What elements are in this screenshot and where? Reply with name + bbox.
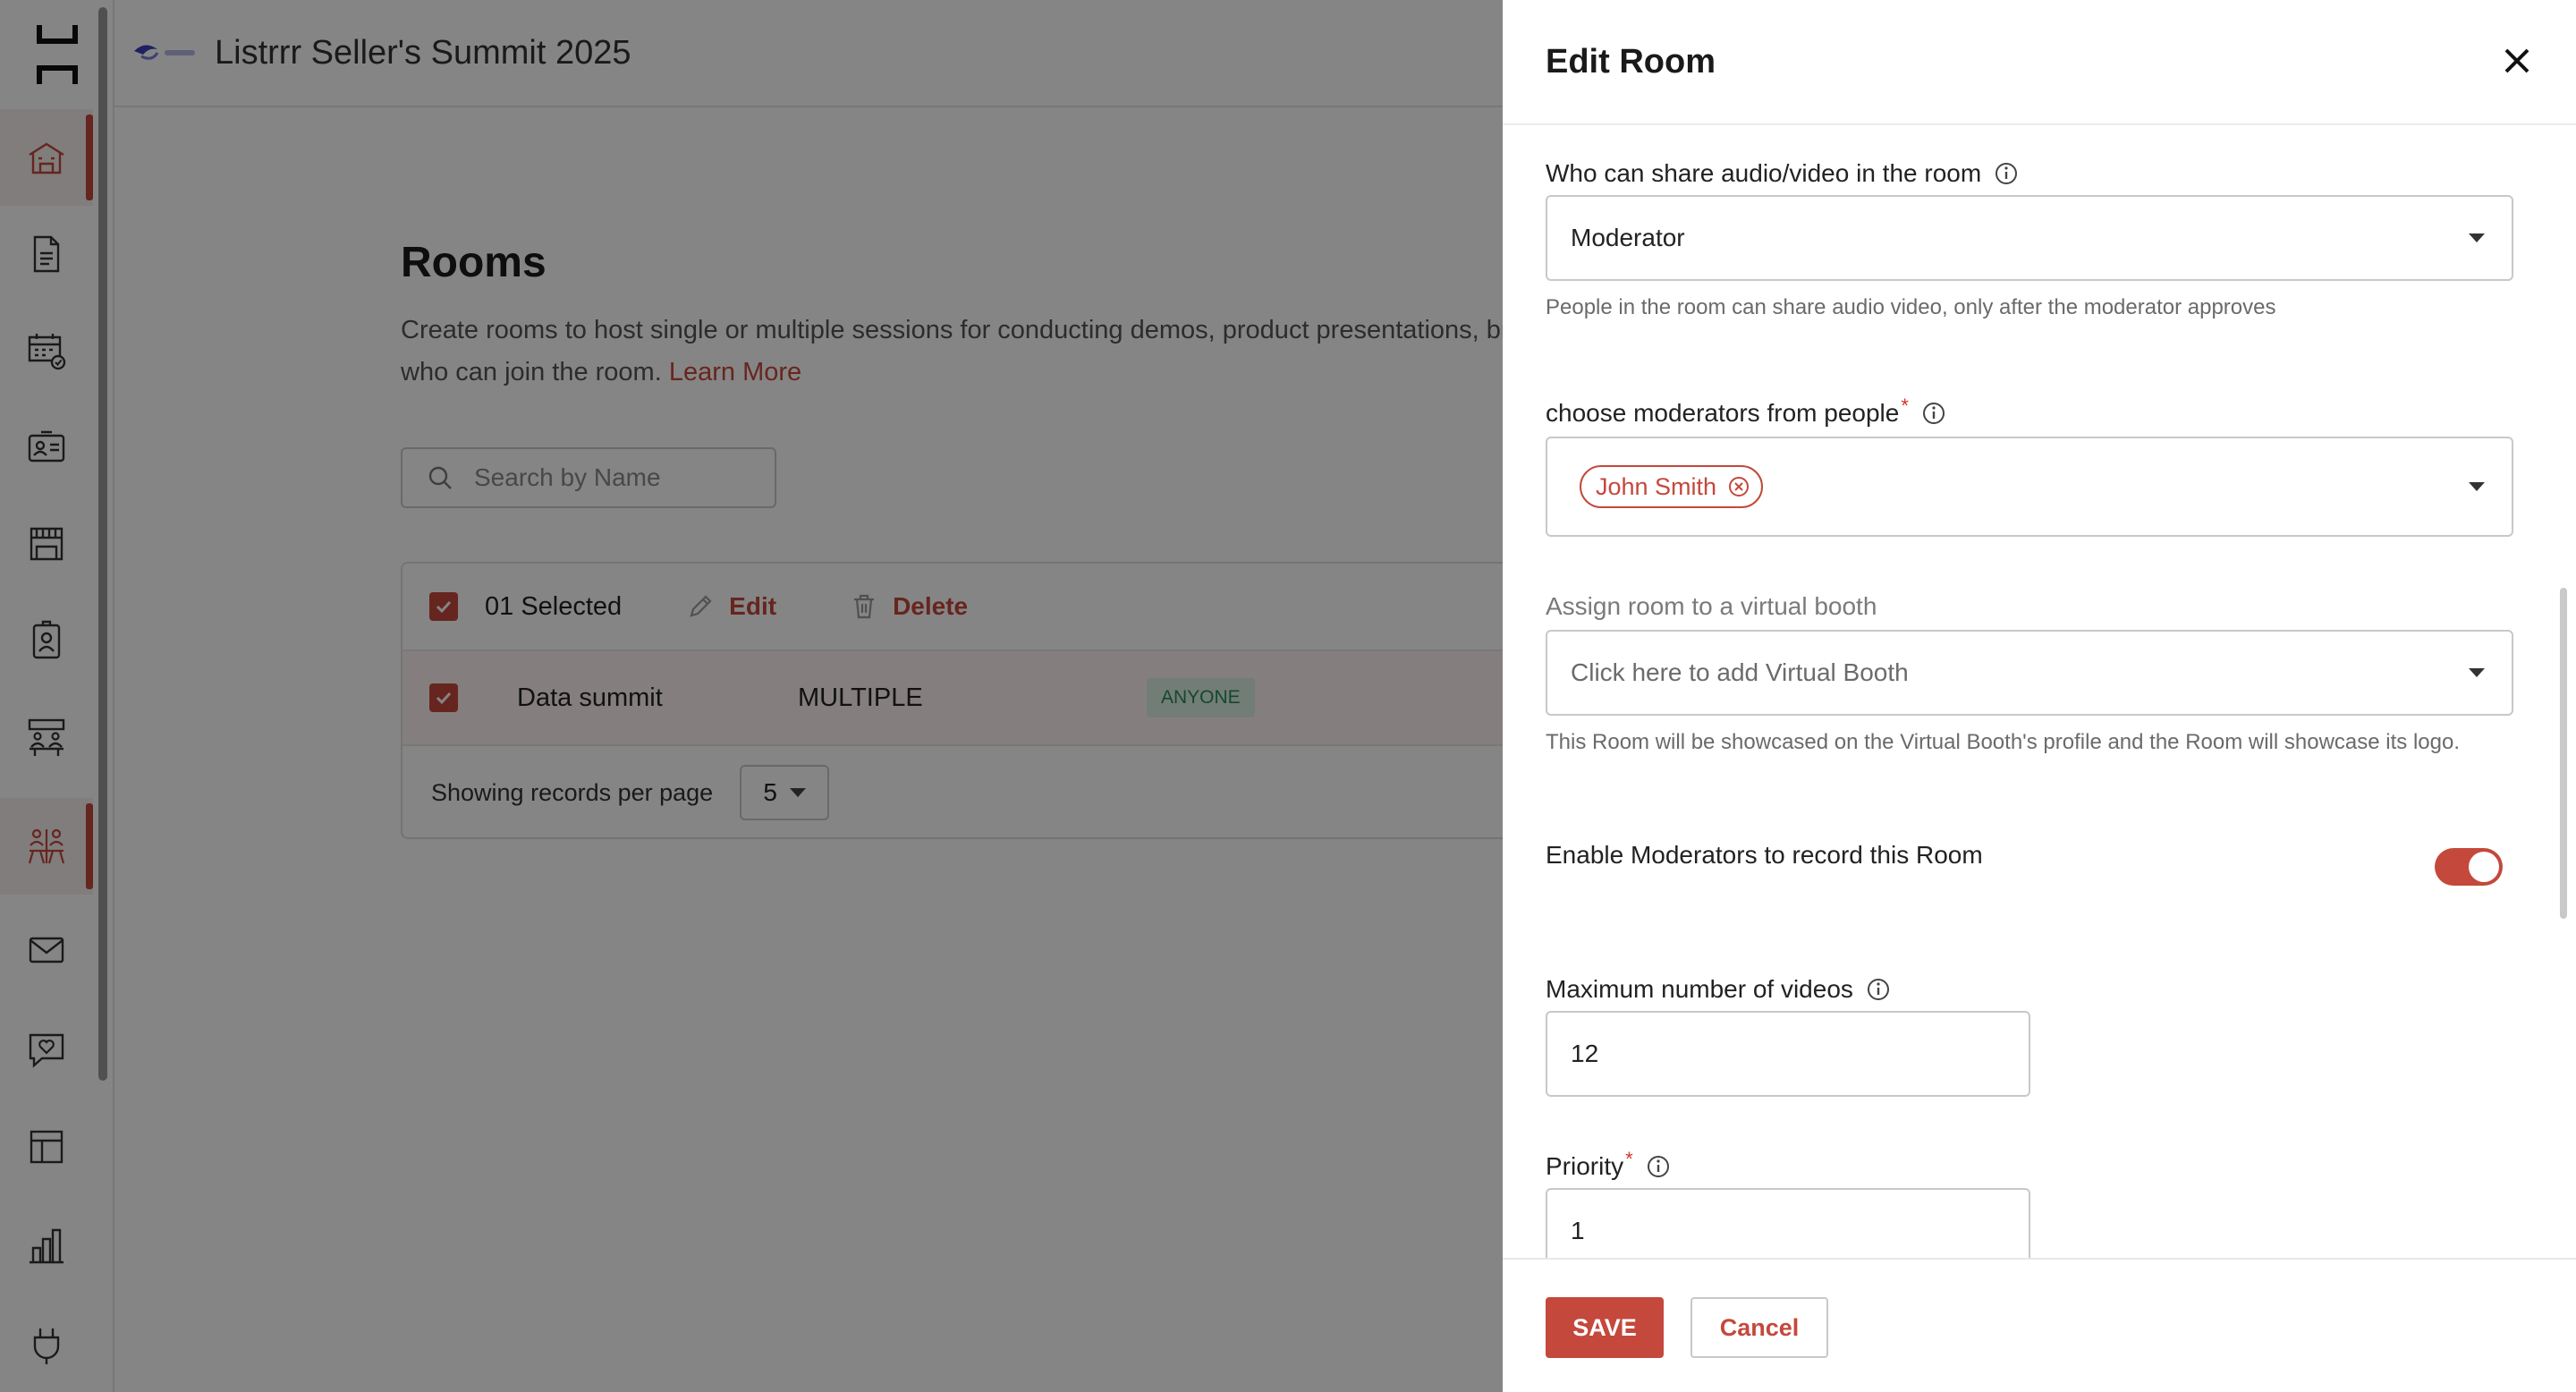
- edit-room-drawer: Edit Room Who can share audio/video in t…: [1503, 0, 2576, 1392]
- record-toggle[interactable]: [2435, 848, 2503, 886]
- moderator-chip: John Smith: [1580, 465, 1764, 508]
- info-icon[interactable]: [1994, 161, 2019, 186]
- share-av-help: People in the room can share audio video…: [1546, 295, 2276, 319]
- required-mark: *: [1901, 395, 1909, 417]
- required-mark: *: [1625, 1148, 1633, 1170]
- priority-label-row: Priority *: [1546, 1148, 1671, 1181]
- moderator-chip-label: John Smith: [1596, 472, 1717, 500]
- drawer-scrollbar[interactable]: [2560, 588, 2567, 919]
- chevron-down-icon: [2469, 668, 2485, 677]
- chevron-down-icon: [2469, 482, 2485, 491]
- share-av-label-row: Who can share audio/video in the room: [1546, 159, 2019, 188]
- cancel-button[interactable]: Cancel: [1690, 1297, 1828, 1358]
- chevron-down-icon: [2469, 233, 2485, 242]
- booth-placeholder: Click here to add Virtual Booth: [1571, 658, 1909, 686]
- max-videos-field[interactable]: [1546, 1011, 2030, 1097]
- drawer-title: Edit Room: [1546, 43, 1716, 81]
- save-button[interactable]: SAVE: [1546, 1297, 1664, 1358]
- info-icon[interactable]: [1921, 401, 1946, 426]
- booth-label-row: Assign room to a virtual booth: [1546, 592, 1877, 621]
- booth-help: This Room will be showcased on the Virtu…: [1546, 730, 2460, 754]
- booth-select[interactable]: Click here to add Virtual Booth: [1546, 630, 2513, 716]
- priority-input[interactable]: [1571, 1217, 2000, 1245]
- share-av-select[interactable]: Moderator: [1546, 195, 2513, 281]
- drawer-header: Edit Room: [1503, 0, 2576, 125]
- moderators-select[interactable]: John Smith: [1546, 437, 2513, 537]
- info-icon[interactable]: [1866, 977, 1891, 1002]
- info-icon[interactable]: [1646, 1154, 1671, 1179]
- max-videos-label-row: Maximum number of videos: [1546, 975, 1891, 1004]
- share-av-value: Moderator: [1571, 224, 1685, 251]
- remove-chip-icon[interactable]: [1727, 475, 1750, 498]
- record-label-row: Enable Moderators to record this Room: [1546, 841, 1983, 870]
- max-videos-label: Maximum number of videos: [1546, 975, 1853, 1003]
- max-videos-input[interactable]: [1571, 1040, 2000, 1068]
- close-icon[interactable]: [2499, 43, 2535, 79]
- record-label: Enable Moderators to record this Room: [1546, 841, 1983, 869]
- share-av-label: Who can share audio/video in the room: [1546, 159, 1982, 187]
- booth-label: Assign room to a virtual booth: [1546, 592, 1877, 620]
- moderators-label-row: choose moderators from people *: [1546, 395, 1946, 428]
- moderators-label: choose moderators from people: [1546, 399, 1900, 427]
- toggle-knob: [2469, 852, 2499, 882]
- priority-field[interactable]: [1546, 1188, 2030, 1258]
- priority-label: Priority: [1546, 1152, 1624, 1180]
- drawer-footer: SAVE Cancel: [1503, 1258, 2576, 1392]
- drawer-body[interactable]: Who can share audio/video in the room Mo…: [1503, 127, 2576, 1258]
